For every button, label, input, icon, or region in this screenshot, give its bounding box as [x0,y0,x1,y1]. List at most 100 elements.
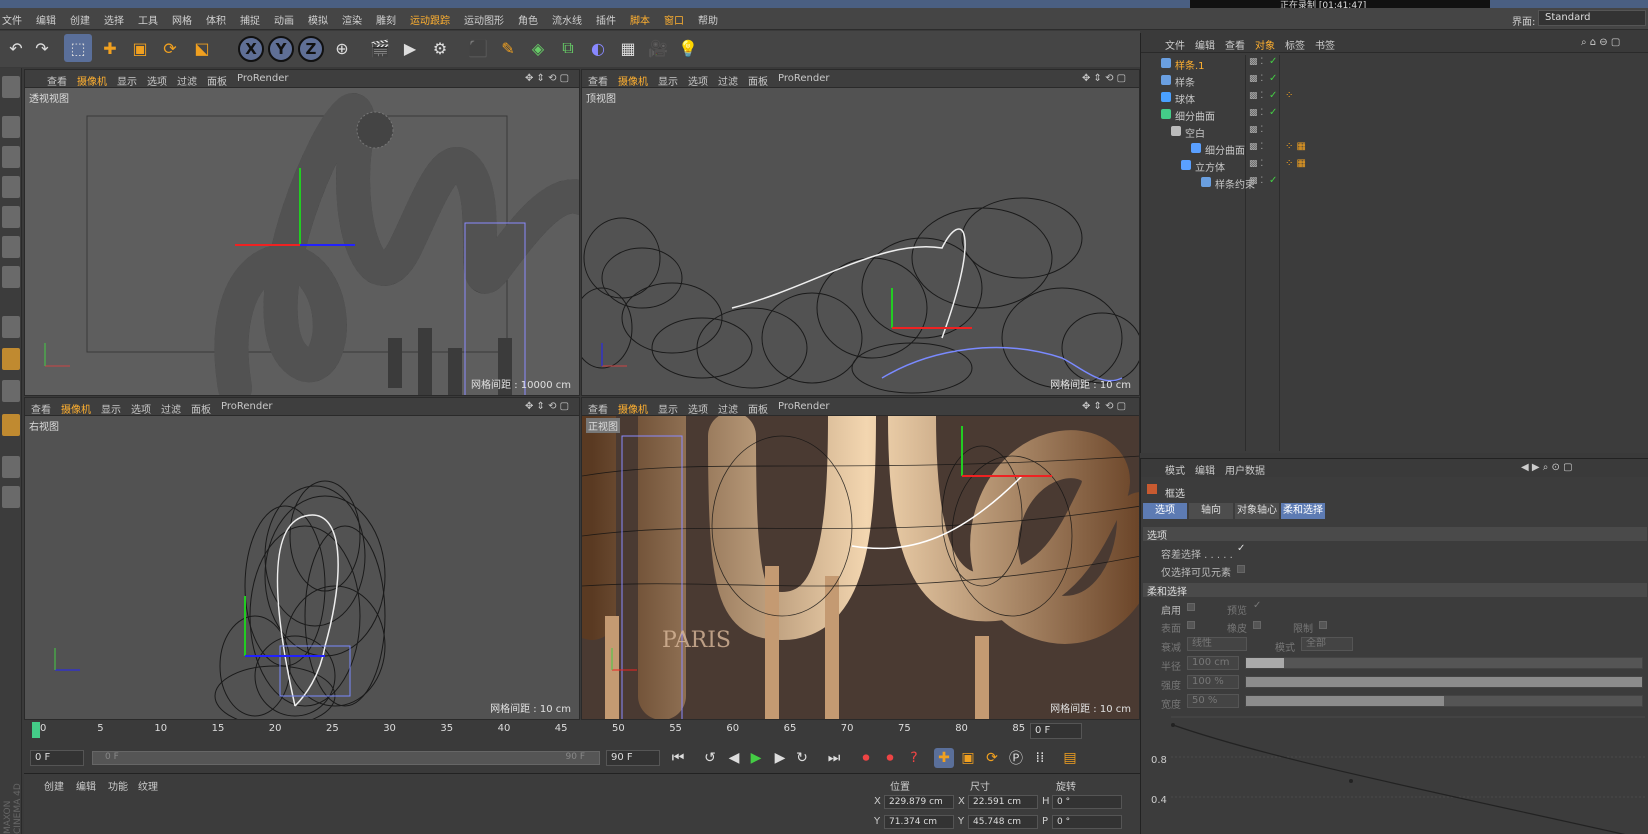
texture-mode-icon[interactable] [2,146,20,168]
tab-options[interactable]: 选项 [1143,503,1187,519]
vp-menu-prorender[interactable]: ProRender [778,73,829,84]
nav-arrows-icon[interactable]: ◀ ▶ ⌕ ⊙ ▢ [1521,462,1573,473]
radius-slider[interactable] [1245,657,1643,669]
vp-menu-display[interactable]: 显示 [101,401,121,416]
object-row[interactable]: 样条.1 ▩ ⁚ ✓ [1151,55,1631,72]
mode-select[interactable]: 全部 [1301,637,1353,651]
object-row[interactable]: 样条 ▩ ⁚ ✓ [1151,72,1631,89]
floor-icon[interactable]: ▦ [614,34,642,62]
object-row[interactable]: 立方体 ▩ ⁚ ⁘ ▦ [1151,157,1631,174]
go-to-end-icon[interactable]: ⏭ [824,748,844,768]
keyframe-selection-icon[interactable]: ? [904,748,924,768]
vp-menu-view[interactable]: 查看 [588,401,608,416]
surface-checkbox[interactable] [1187,621,1195,629]
rubber-checkbox[interactable] [1253,621,1261,629]
points-mode-icon[interactable] [2,206,20,228]
tab-axis[interactable]: 轴向 [1189,503,1233,519]
vp-nav-icons[interactable]: ✥ ⇕ ⟲ ▢ [1082,73,1126,84]
rotate-tool-icon[interactable]: ⟳ [156,34,184,62]
object-name[interactable]: 立方体 [1195,159,1225,174]
menu-item-5[interactable]: 网格 [172,12,192,27]
magnet-icon[interactable] [2,414,20,436]
vp-menu-view[interactable]: 查看 [588,73,608,88]
viewport-front[interactable]: 查看 摄像机 显示 选项 过滤 面板 ProRender ✥ ⇕ ⟲ ▢ 正视图… [581,397,1140,720]
obj-menu-edit[interactable]: 编辑 [1195,37,1215,52]
edges-mode-icon[interactable] [2,236,20,258]
menu-item-2[interactable]: 创建 [70,12,90,27]
lock-icon[interactable] [2,486,20,508]
menu-item-14[interactable]: 角色 [518,12,538,27]
tab-soft-selection[interactable]: 柔和选择 [1281,503,1325,519]
menu-item-7[interactable]: 捕捉 [240,12,260,27]
viewport-perspective[interactable]: 查看 摄像机 显示 选项 过滤 面板 ProRender ✥ ⇕ ⟲ ▢ 透视视… [24,69,580,396]
playhead[interactable] [32,722,40,738]
go-to-start-icon[interactable]: ⏮ [668,748,688,768]
visibility-toggle-icon[interactable]: ▩ ⁚ [1249,142,1263,152]
vp-nav-icons[interactable]: ✥ ⇕ ⟲ ▢ [525,73,569,84]
vp-menu-prorender[interactable]: ProRender [221,401,272,412]
mat-menu-function[interactable]: 功能 [108,778,128,793]
vp-menu-filter[interactable]: 过滤 [161,401,181,416]
object-name[interactable]: 细分曲面 [1205,142,1245,157]
menu-item-4[interactable]: 工具 [138,12,158,27]
visibility-toggle-icon[interactable]: ▩ ⁚ [1249,57,1263,67]
vp-menu-options[interactable]: 选项 [688,73,708,88]
render-picture-viewer-icon[interactable]: ▶ [396,34,424,62]
search-icon[interactable]: ⌕ ⌂ ⊖ ▢ [1581,37,1620,48]
preview-checkbox[interactable]: ✓ [1253,600,1261,611]
falloff-select[interactable]: 线性 [1187,637,1247,651]
timeline-ruler[interactable]: 051015202530354045505560657075808590 0 F [24,720,1140,742]
obj-menu-objects[interactable]: 对象 [1255,37,1275,52]
menu-item-15[interactable]: 流水线 [552,12,582,27]
vp-menu-prorender[interactable]: ProRender [778,401,829,412]
visibility-toggle-icon[interactable]: ▩ ⁚ [1249,125,1263,135]
menu-item-6[interactable]: 体积 [206,12,226,27]
width-slider[interactable] [1245,695,1643,707]
tolerant-checkbox[interactable]: ✓ [1237,543,1245,554]
object-name[interactable]: 球体 [1175,91,1195,106]
vp-menu-display[interactable]: 显示 [117,73,137,88]
menu-item-1[interactable]: 编辑 [36,12,56,27]
mat-menu-edit[interactable]: 编辑 [76,778,96,793]
object-row[interactable]: 球体 ▩ ⁚ ✓ ⁘ [1151,89,1631,106]
tag-icon[interactable]: ⁘ ▦ [1285,141,1306,152]
layout-select[interactable]: Standard [1538,10,1646,26]
size-x-field[interactable]: 22.591 cm [968,795,1038,809]
visibility-toggle-icon[interactable]: ▩ ⁚ [1249,176,1263,186]
vp-menu-camera[interactable]: 摄像机 [61,401,91,416]
vp-menu-view[interactable]: 查看 [31,401,51,416]
move-tool-icon[interactable]: ✚ [96,34,124,62]
object-name[interactable]: 样条.1 [1175,57,1205,72]
vp-menu-filter[interactable]: 过滤 [718,401,738,416]
obj-menu-bookmarks[interactable]: 书签 [1315,37,1335,52]
width-field[interactable]: 50 % [1187,694,1239,708]
start-frame-field[interactable]: 0 F [30,750,84,766]
coordinate-system-icon[interactable]: ⊕ [328,34,356,62]
tag-icon[interactable]: ⁘ ▦ [1285,158,1306,169]
point-level-icon[interactable]: ⁞⁞ [1030,748,1050,768]
parameter-key-icon[interactable]: Ⓟ [1006,748,1026,768]
vp-menu-panel[interactable]: 面板 [748,401,768,416]
vp-menu-options[interactable]: 选项 [688,401,708,416]
viewport-top[interactable]: 查看 摄像机 显示 选项 过滤 面板 ProRender ✥ ⇕ ⟲ ▢ 顶视图… [581,69,1140,396]
object-name[interactable]: 空白 [1185,125,1205,140]
current-frame-field[interactable]: 0 F [1030,723,1082,739]
light-icon[interactable]: 💡 [674,34,702,62]
menu-item-12[interactable]: 运动跟踪 [410,12,450,27]
previous-key-icon[interactable]: ↺ [700,748,720,768]
vp-menu-display[interactable]: 显示 [658,73,678,88]
position-y-field[interactable]: 71.374 cm [884,815,954,829]
mat-menu-texture[interactable]: 纹理 [138,778,158,793]
menu-item-13[interactable]: 运动图形 [464,12,504,27]
scale-key-icon[interactable]: ▣ [958,748,978,768]
select-tool-icon[interactable]: ⬚ [64,34,92,62]
model-mode-icon[interactable] [2,116,20,138]
tag-icon[interactable]: ⁘ [1285,90,1293,101]
menu-item-3[interactable]: 选择 [104,12,124,27]
camera-icon[interactable]: 🎥 [644,34,672,62]
object-name[interactable]: 样条 [1175,74,1195,89]
redo-icon[interactable]: ↷ [28,34,56,62]
attr-menu-edit[interactable]: 编辑 [1195,462,1215,477]
vp-menu-display[interactable]: 显示 [658,401,678,416]
axis-mode-icon[interactable] [2,316,20,338]
